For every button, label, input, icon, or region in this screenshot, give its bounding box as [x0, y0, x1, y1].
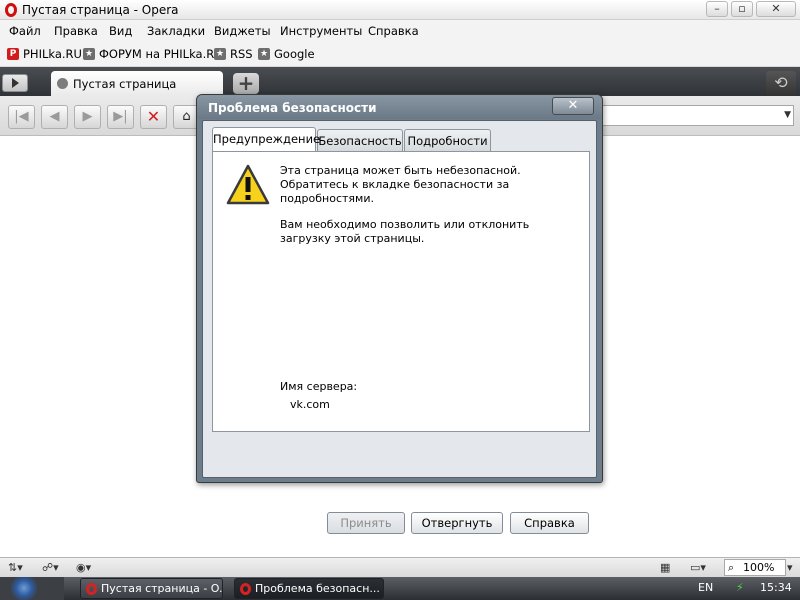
accept-button[interactable]: Принять	[327, 512, 405, 534]
stop-icon[interactable]: ✕	[140, 105, 167, 129]
decision-text: Вам необходимо позволить или отклонить з…	[280, 218, 530, 245]
panel-toggle-button[interactable]	[2, 74, 28, 92]
reject-button[interactable]: Отвергнуть	[411, 512, 503, 534]
bookmark-forum[interactable]: ★ ФОРУМ на PHILka.RU	[83, 47, 223, 61]
star-bookmark-icon: ★	[258, 48, 270, 60]
bookmark-label: PHILka.RU	[23, 47, 82, 61]
task-label: Пустая страница - O...	[101, 582, 223, 595]
new-tab-button[interactable]: +	[233, 73, 259, 94]
menu-view[interactable]: Вид	[109, 24, 132, 38]
language-indicator[interactable]: EN	[698, 581, 713, 594]
menu-bar: Файл Правка Вид Закладки Виджеты Инструм…	[0, 20, 800, 41]
task-opera-window[interactable]: Пустая страница - O...	[80, 578, 223, 599]
address-field[interactable]: ▼	[596, 105, 794, 126]
help-button[interactable]: Справка	[510, 512, 589, 534]
dialog-body: Предупреждение Безопасность Подробности …	[202, 120, 597, 478]
network-tray-icon[interactable]: ⚡	[736, 581, 744, 594]
zoom-control[interactable]: ⌕ 100%	[724, 559, 786, 576]
bookmark-label: RSS	[230, 47, 253, 61]
bookmark-philka[interactable]: P PHILka.RU	[7, 47, 82, 61]
bookmarks-bar: P PHILka.RU ★ ФОРУМ на PHILka.RU ★ RSS ★…	[0, 41, 800, 67]
warning-icon	[226, 164, 270, 205]
dialog-title-bar: Проблема безопасности ✕	[197, 95, 602, 119]
menu-tools[interactable]: Инструменты	[280, 24, 362, 38]
rewind-icon[interactable]: |◀	[8, 105, 35, 129]
zoom-magnifier-icon: ⌕	[728, 561, 735, 574]
menu-help[interactable]: Справка	[368, 24, 419, 38]
menu-file[interactable]: Файл	[9, 24, 41, 38]
menu-bookmarks[interactable]: Закладки	[147, 24, 205, 38]
warning-message: Эта страница может быть небезопасной. Об…	[280, 164, 580, 258]
status-bar: ⇅▾ ☍▾ ◉▾ ▦ ▭▾ ⌕ 100% ▾	[0, 557, 800, 577]
panel-view-icon[interactable]: ▦	[660, 561, 670, 575]
chevron-down-icon[interactable]: ▼	[784, 110, 791, 120]
clock: 15:34	[760, 581, 792, 594]
philka-favicon-icon: P	[7, 48, 19, 60]
fast-forward-icon[interactable]: ▶|	[107, 105, 134, 129]
view-mode-icon[interactable]: ▭▾	[690, 561, 706, 575]
forward-icon[interactable]: ▶	[74, 105, 101, 129]
closed-tabs-trash-icon[interactable]: ⟲	[766, 71, 796, 96]
page-icon	[57, 78, 68, 89]
opera-logo-icon	[240, 583, 251, 595]
zoom-value: 100%	[743, 561, 775, 574]
server-name-value: vk.com	[290, 398, 330, 411]
close-window-button[interactable]: ✕	[756, 1, 796, 17]
tab-security[interactable]: Безопасность	[317, 129, 403, 151]
window-title: Пустая страница - Opera	[22, 3, 179, 17]
server-name-label: Имя сервера:	[280, 380, 358, 393]
bookmark-rss[interactable]: ★ RSS	[214, 47, 253, 61]
security-dialog: Проблема безопасности ✕ Предупреждение Б…	[196, 94, 603, 534]
minimize-button[interactable]: –	[706, 1, 728, 17]
bookmark-label: ФОРУМ на PHILka.RU	[99, 47, 223, 61]
opera-logo-icon	[86, 583, 97, 595]
star-bookmark-icon: ★	[83, 48, 95, 60]
taskbar: Пустая страница - O... Проблема безопасн…	[0, 577, 800, 600]
turbo-icon[interactable]: ◉▾	[76, 561, 91, 575]
warning-panel: Эта страница может быть небезопасной. Об…	[212, 151, 590, 432]
task-label: Проблема безопасн...	[255, 582, 380, 595]
star-bookmark-icon: ★	[214, 48, 226, 60]
warning-text: Эта страница может быть небезопасной. Об…	[280, 164, 521, 205]
menu-edit[interactable]: Правка	[54, 24, 98, 38]
back-icon[interactable]: ◀	[41, 105, 68, 129]
start-button[interactable]	[0, 577, 64, 600]
maximize-button[interactable]: ▫	[731, 1, 753, 17]
tab-blank-page[interactable]: Пустая страница	[51, 71, 223, 96]
tab-bar: Пустая страница + ⟲	[0, 67, 800, 96]
tab-warning[interactable]: Предупреждение	[212, 127, 320, 151]
window-title-bar: Пустая страница - Opera – ▫ ✕	[0, 0, 800, 20]
tab-details[interactable]: Подробности	[404, 129, 491, 151]
network-icon[interactable]: ☍▾	[42, 561, 59, 575]
tab-label: Пустая страница	[73, 77, 177, 91]
dialog-close-button[interactable]: ✕	[552, 97, 594, 115]
chevron-down-icon[interactable]: ▾	[787, 561, 793, 575]
bookmark-google[interactable]: ★ Google	[258, 47, 315, 61]
bookmark-label: Google	[274, 47, 315, 61]
opera-logo-icon	[5, 3, 17, 17]
dialog-title: Проблема безопасности	[208, 101, 377, 115]
transfer-icon[interactable]: ⇅▾	[8, 561, 23, 575]
menu-widgets[interactable]: Виджеты	[214, 24, 271, 38]
task-security-dialog[interactable]: Проблема безопасн...	[234, 578, 384, 599]
